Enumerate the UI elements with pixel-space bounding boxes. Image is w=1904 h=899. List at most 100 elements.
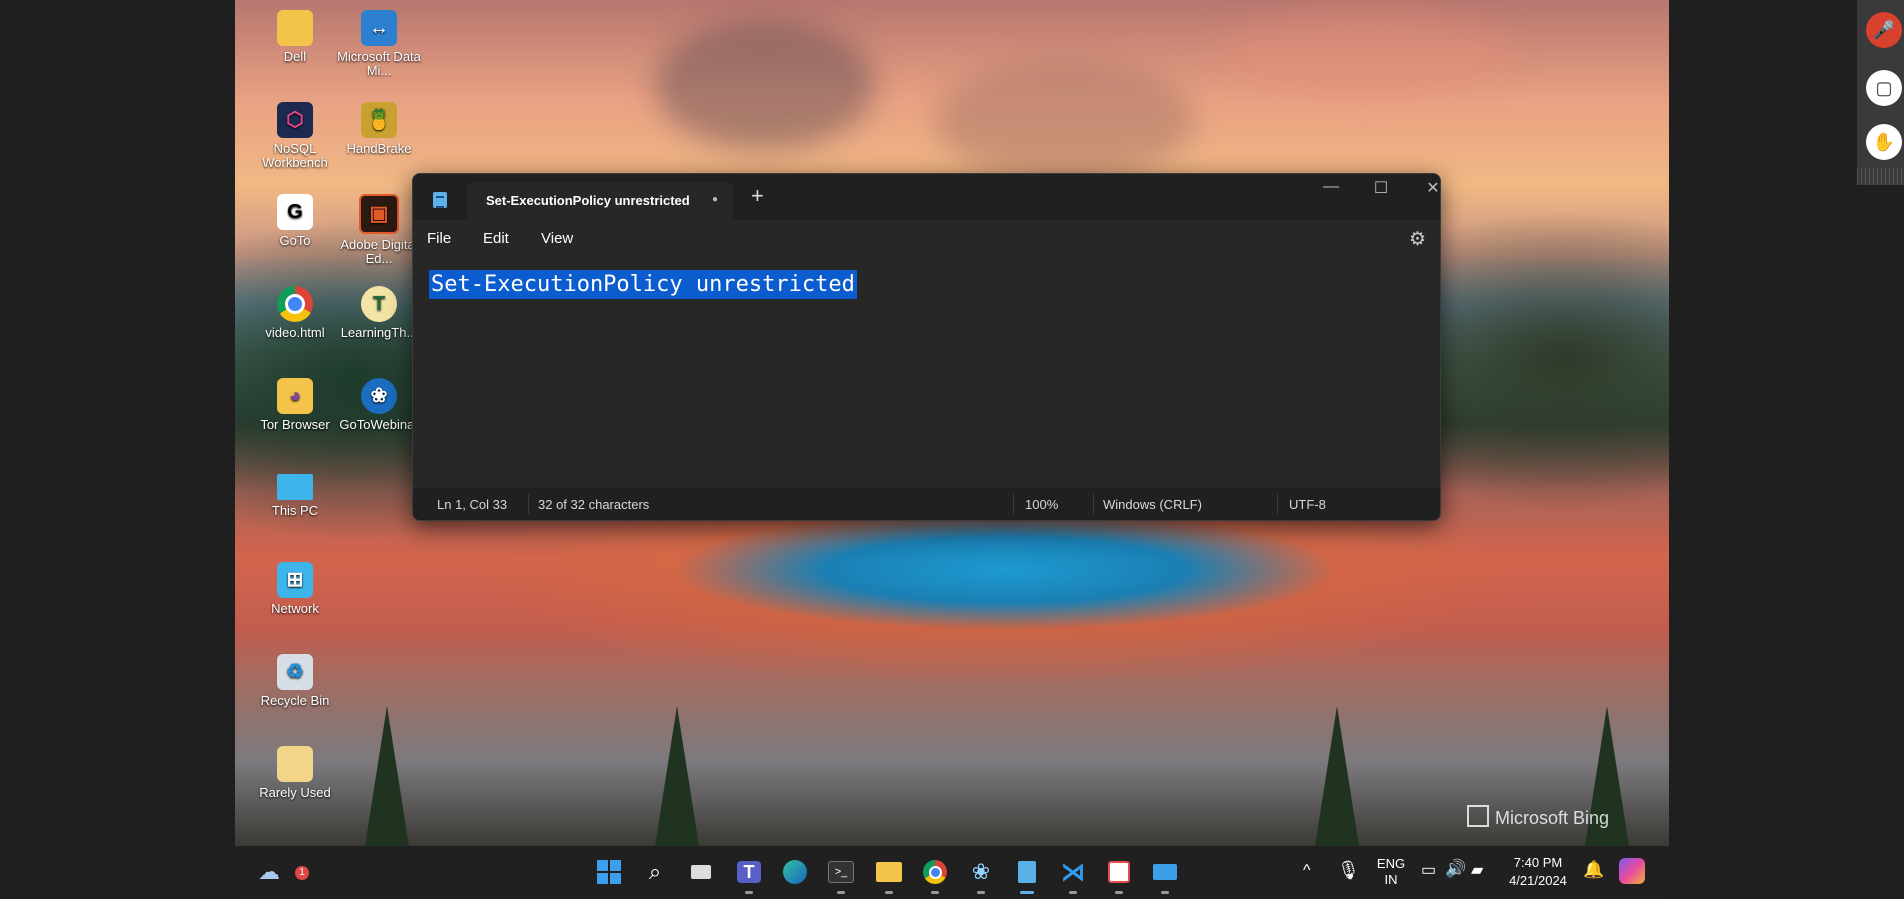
goto-icon: G	[277, 194, 313, 230]
bing-watermark: Microsoft Bing	[1467, 805, 1609, 829]
weather-badge: 1	[295, 866, 309, 880]
title-bar[interactable]: Set-ExecutionPolicy unrestricted ● + — ☐…	[413, 174, 1440, 220]
nosql-workbench-icon: ⬡	[277, 102, 313, 138]
learningthings-icon: T	[361, 286, 397, 322]
status-divider	[1093, 494, 1094, 514]
desktop-icon-nosql-workbench[interactable]: ⬡ NoSQL Workbench	[253, 92, 337, 170]
new-tab-button[interactable]: +	[751, 183, 764, 209]
notepad-button[interactable]	[1013, 858, 1041, 894]
file-explorer-button[interactable]	[875, 858, 903, 894]
tab-set-executionpolicy[interactable]: Set-ExecutionPolicy unrestricted ●	[467, 182, 733, 220]
encoding[interactable]: UTF-8	[1289, 497, 1326, 512]
vscode-icon: ⋊	[1061, 858, 1085, 886]
desktop-icon-network[interactable]: ⊞ Network	[253, 552, 337, 616]
remote-desktop-button[interactable]	[1151, 858, 1179, 894]
network-status-icon[interactable]: ▭	[1421, 860, 1436, 880]
mute-mic-icon[interactable]: 🎤	[1866, 12, 1902, 48]
chrome-icon	[923, 860, 947, 884]
folder-icon	[277, 10, 313, 46]
weather-cloud-icon: ☁	[258, 859, 280, 884]
weather-widget[interactable]: ☁ 1	[255, 858, 309, 886]
unsaved-dot-icon[interactable]: ●	[712, 194, 718, 205]
tor-browser-icon: ◕	[277, 378, 313, 414]
search-icon: ⌕	[648, 859, 662, 884]
chrome-icon	[277, 286, 313, 322]
start-icon	[597, 860, 621, 884]
notepad-icon	[1018, 861, 1036, 883]
menu-view[interactable]: View	[541, 230, 573, 247]
status-divider	[1277, 494, 1278, 514]
zoom-level[interactable]: 100%	[1025, 497, 1058, 512]
tab-title: Set-ExecutionPolicy unrestricted	[486, 193, 690, 208]
start-button[interactable]	[595, 858, 623, 886]
text-editor[interactable]: Set-ExecutionPolicy unrestricted	[429, 270, 857, 299]
status-divider	[528, 494, 529, 514]
language-indicator[interactable]: ENG IN	[1371, 856, 1411, 888]
network-icon: ⊞	[277, 562, 313, 598]
taskbar: ☁ 1 ⌕ T >_ ❀ ⋊ ^ 🎙 ENG IN ▭ 🔊 ▰ 7:40 PM …	[235, 846, 1669, 899]
desktop-icon-gotowebinar[interactable]: ❀ GoToWebinar	[337, 368, 421, 432]
gotowebinar-button[interactable]: ❀	[967, 858, 995, 894]
chrome-button[interactable]	[921, 858, 949, 894]
recycle-bin-icon: ♻	[277, 654, 313, 690]
selected-text[interactable]: Set-ExecutionPolicy unrestricted	[429, 270, 857, 299]
gotowebinar-icon: ❀	[971, 859, 991, 884]
menu-edit[interactable]: Edit	[483, 230, 509, 247]
desktop-icon-this-pc[interactable]: This PC	[253, 460, 337, 518]
search-button[interactable]: ⌕	[641, 858, 669, 886]
edge-button[interactable]	[781, 858, 809, 886]
raise-hand-icon[interactable]: ✋	[1866, 124, 1902, 160]
handbrake-icon: 🍍	[361, 102, 397, 138]
desktop-icon-handbrake[interactable]: 🍍 HandBrake	[337, 92, 421, 156]
settings-gear-icon[interactable]: ⚙	[1409, 228, 1426, 251]
copilot-icon[interactable]	[1619, 858, 1645, 884]
clock[interactable]: 7:40 PM 4/21/2024	[1503, 854, 1573, 890]
snipping-tool-button[interactable]	[1105, 858, 1133, 894]
maximize-button[interactable]: ☐	[1361, 178, 1401, 198]
menu-file[interactable]: File	[427, 230, 451, 247]
task-view-icon	[691, 865, 711, 879]
file-explorer-icon	[876, 862, 902, 882]
folder-icon	[277, 746, 313, 782]
desktop-icon-rarely-used[interactable]: Rarely Used	[253, 736, 337, 800]
teams-button[interactable]: T	[735, 858, 763, 894]
teams-icon: T	[737, 861, 761, 883]
battery-icon[interactable]: ▰	[1471, 860, 1483, 880]
notification-bell-icon[interactable]: 🔔	[1583, 860, 1604, 880]
terminal-button[interactable]: >_	[827, 858, 855, 894]
desktop-icon-goto[interactable]: G GoTo	[253, 184, 337, 248]
data-migration-icon: ↔	[361, 10, 397, 46]
panel-grip[interactable]	[1857, 168, 1904, 185]
vscode-button[interactable]: ⋊	[1059, 858, 1087, 894]
desktop-icon-video-html[interactable]: video.html	[253, 276, 337, 340]
desktop-icon-learningthings[interactable]: T LearningTh...	[337, 276, 421, 340]
line-ending[interactable]: Windows (CRLF)	[1103, 497, 1202, 512]
desktop-icon-adobe-digital-editions[interactable]: ▣ Adobe Digital Ed...	[337, 184, 421, 266]
menu-bar: File Edit View ⚙	[413, 220, 1440, 258]
volume-icon[interactable]: 🔊	[1445, 859, 1466, 879]
notepad-window: Set-ExecutionPolicy unrestricted ● + — ☐…	[412, 173, 1441, 521]
close-button[interactable]: ✕	[1413, 178, 1440, 198]
minimize-button[interactable]: —	[1311, 178, 1351, 196]
microphone-icon[interactable]: 🎙	[1337, 860, 1360, 881]
cursor-position: Ln 1, Col 33	[437, 497, 508, 512]
snipping-tool-icon	[1108, 861, 1130, 883]
desktop-icon-dell[interactable]: Dell	[253, 0, 337, 64]
meeting-side-panel: 🎤 ▢ ✋	[1857, 0, 1904, 185]
this-pc-icon	[277, 474, 313, 500]
gotowebinar-icon: ❀	[361, 378, 397, 414]
chevron-up-icon[interactable]: ^	[1303, 862, 1311, 880]
desktop-icon-recycle-bin[interactable]: ♻ Recycle Bin	[253, 644, 337, 708]
desktop-icon-tor-browser[interactable]: ◕ Tor Browser	[253, 368, 337, 432]
edge-icon	[783, 860, 807, 884]
task-view-button[interactable]	[687, 858, 715, 886]
adobe-digital-editions-icon: ▣	[359, 194, 399, 234]
status-bar: Ln 1, Col 33 32 of 32 characters 100% Wi…	[413, 488, 1440, 520]
status-divider	[1013, 494, 1014, 514]
bing-logo-icon	[1467, 805, 1489, 827]
window-icon[interactable]: ▢	[1866, 70, 1902, 106]
desktop-icon-data-migration[interactable]: ↔ Microsoft Data Mi...	[337, 0, 421, 78]
terminal-icon: >_	[828, 861, 854, 883]
remote-desktop-icon	[1153, 864, 1177, 880]
character-count: 32 of 32 characters	[538, 497, 650, 512]
